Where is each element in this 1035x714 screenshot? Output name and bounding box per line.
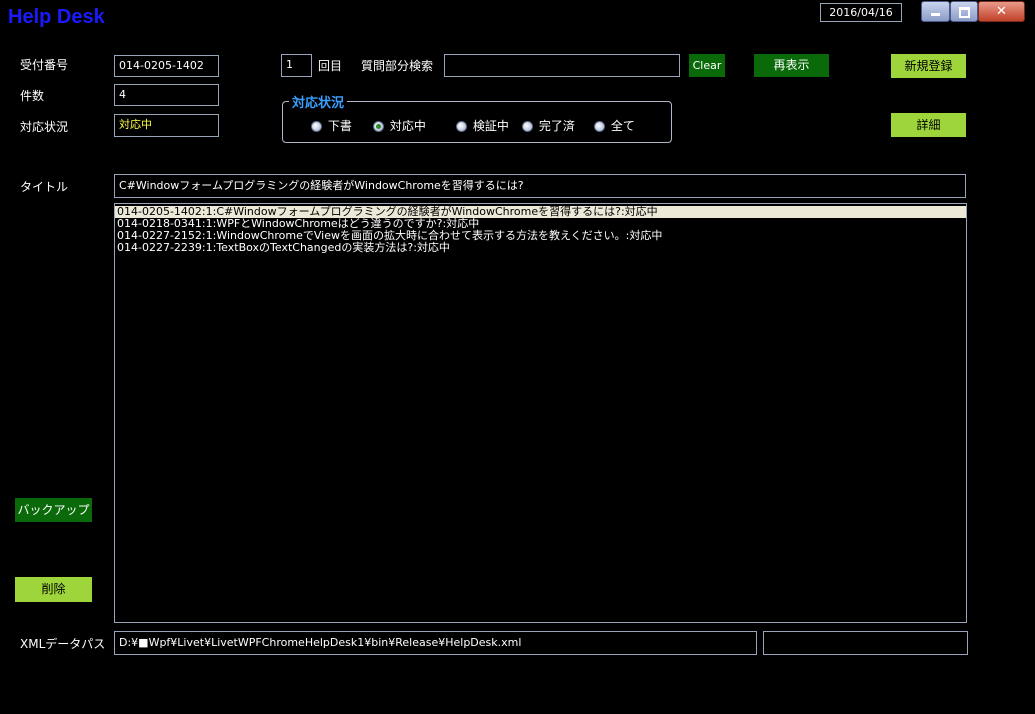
maximize-icon <box>959 7 970 18</box>
clear-button[interactable]: Clear <box>689 54 725 77</box>
status-label: 対応状況 <box>20 120 69 134</box>
minimize-icon <box>931 13 940 16</box>
radio-completed-icon <box>522 121 533 132</box>
xml-path-label: XMLデータパス <box>20 637 106 651</box>
reception-no-label: 受付番号 <box>20 58 69 72</box>
refresh-button[interactable]: 再表示 <box>754 54 829 77</box>
times-field[interactable]: 1 <box>281 54 312 77</box>
count-field[interactable]: 4 <box>114 84 219 106</box>
new-register-button[interactable]: 新規登録 <box>891 54 966 78</box>
title-field[interactable]: C#Windowフォームプログラミングの経験者がWindowChromeを習得す… <box>114 174 966 198</box>
xml-path-field[interactable]: D:¥■Wpf¥Livet¥LivetWPFChromeHelpDesk1¥bi… <box>114 631 757 655</box>
radio-all[interactable]: 全て <box>594 117 635 134</box>
radio-all-label: 全て <box>610 119 635 133</box>
question-search-input[interactable] <box>444 54 680 77</box>
list-item[interactable]: 014-0227-2239:1:TextBoxのTextChangedの実装方法… <box>115 242 966 254</box>
count-label: 件数 <box>20 89 45 103</box>
radio-draft-icon <box>311 121 322 132</box>
question-search-label: 質問部分検索 <box>361 59 434 73</box>
minimize-button[interactable] <box>921 1 950 22</box>
radio-in-progress[interactable]: 対応中 <box>373 117 426 134</box>
times-label: 回目 <box>318 59 343 73</box>
radio-in-progress-icon <box>373 121 384 132</box>
radio-draft-label: 下書 <box>327 119 352 133</box>
status-field[interactable]: 対応中 <box>114 114 219 137</box>
status-filter-title: 対応状況 <box>289 92 348 111</box>
radio-draft[interactable]: 下書 <box>311 117 352 134</box>
reception-no-field[interactable]: 014-0205-1402 <box>114 55 219 77</box>
extra-field[interactable] <box>763 631 968 655</box>
backup-button[interactable]: バックアップ <box>15 498 92 522</box>
window-controls: ✕ <box>921 1 1025 22</box>
radio-in-progress-label: 対応中 <box>389 119 426 133</box>
radio-completed-label: 完了済 <box>538 119 575 133</box>
detail-button[interactable]: 詳細 <box>891 113 966 137</box>
close-icon: ✕ <box>996 4 1007 19</box>
radio-verifying[interactable]: 検証中 <box>456 117 509 134</box>
close-button[interactable]: ✕ <box>978 1 1025 22</box>
question-list[interactable]: 014-0205-1402:1:C#Windowフォームプログラミングの経験者が… <box>114 203 967 623</box>
radio-all-icon <box>594 121 605 132</box>
app-title: Help Desk <box>8 6 105 28</box>
radio-verifying-label: 検証中 <box>472 119 509 133</box>
title-label: タイトル <box>20 180 69 194</box>
radio-verifying-icon <box>456 121 467 132</box>
date-display: 2016/04/16 <box>820 3 902 22</box>
maximize-button[interactable] <box>950 1 978 22</box>
radio-completed[interactable]: 完了済 <box>522 117 575 134</box>
delete-button[interactable]: 削除 <box>15 577 92 602</box>
